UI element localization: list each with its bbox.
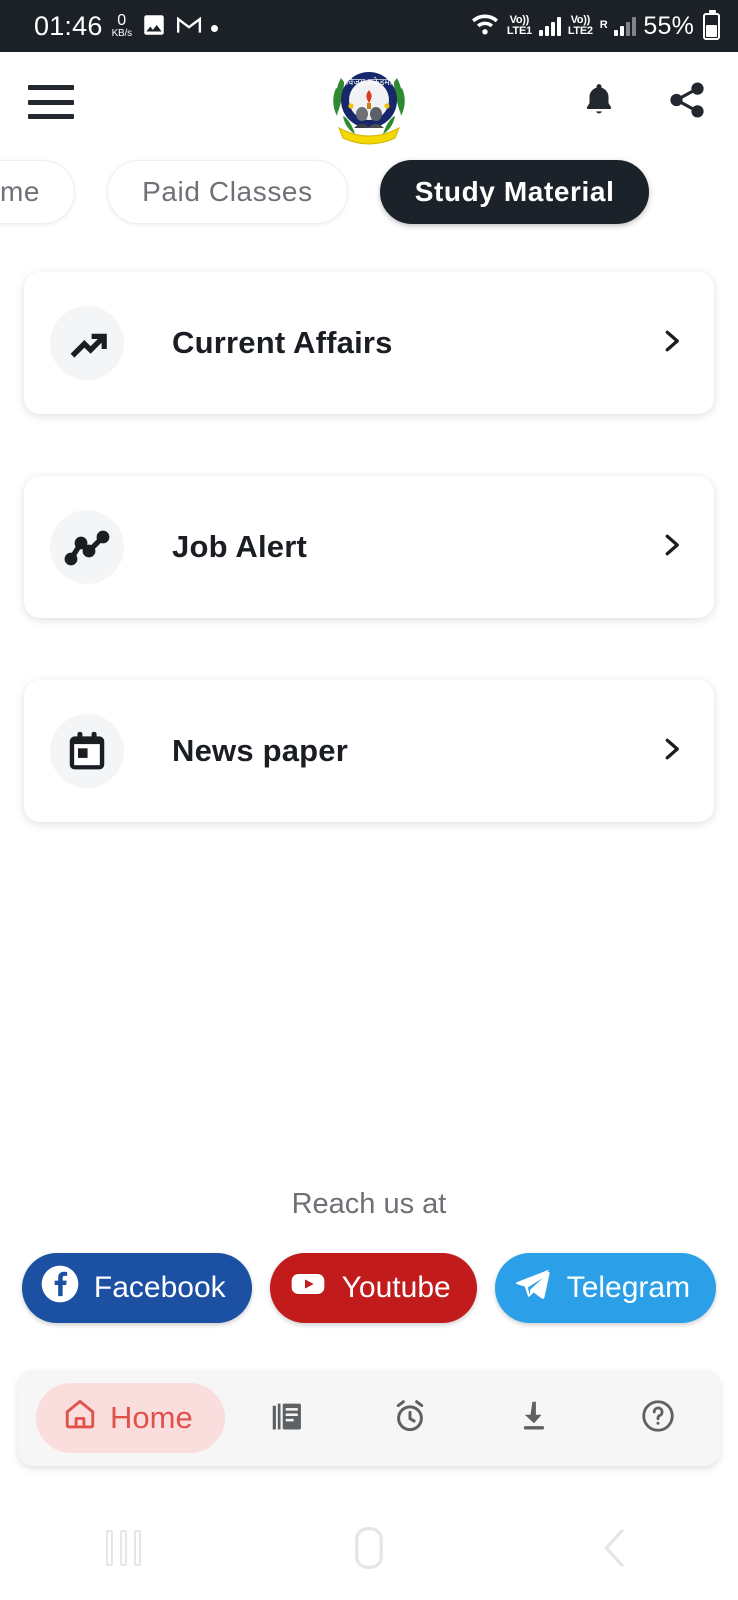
data-speed-indicator: 0 KB/s — [111, 11, 133, 41]
dot-indicator — [210, 24, 218, 32]
list-item-job-alert[interactable]: Job Alert — [24, 476, 714, 618]
gmail-icon — [176, 12, 202, 41]
facebook-label: Facebook — [93, 1271, 226, 1304]
social-links: Facebook Youtube Telegram — [0, 1253, 738, 1323]
list-item-label: Current Affairs — [172, 325, 393, 360]
header-actions — [580, 79, 708, 126]
data-speed-value: 0 — [117, 11, 127, 29]
alarm-clock-icon — [391, 1397, 429, 1440]
vijay-academy-logo-icon: विजय एकेडमी — [321, 58, 417, 146]
sim1-signal-bars — [538, 16, 561, 36]
bottom-nav-item-help[interactable] — [596, 1397, 720, 1440]
download-icon — [515, 1397, 553, 1440]
tab-bar[interactable]: Home Paid Classes Study Material — [0, 152, 738, 238]
back-icon[interactable] — [492, 1524, 738, 1572]
sim2-volte-indicator: Vo)) LTE2 — [567, 14, 593, 37]
line-chart-icon — [50, 510, 124, 584]
youtube-label: Youtube — [341, 1271, 451, 1304]
hamburger-menu-icon[interactable] — [28, 85, 74, 119]
wifi-icon — [470, 11, 500, 42]
trending-up-icon — [50, 306, 124, 380]
sim1-network-label: LTE1 — [506, 25, 532, 37]
app-root: 01:46 0 KB/s Vo)) LTE1 Vo)) LTE2 R 55% व… — [0, 0, 738, 1600]
status-time: 01:46 — [34, 10, 103, 41]
list-item-news-paper[interactable]: News paper — [24, 680, 714, 822]
tab-paid-classes[interactable]: Paid Classes — [107, 160, 348, 224]
bottom-nav-item-home[interactable]: Home — [36, 1383, 225, 1453]
home-icon — [62, 1396, 98, 1440]
sim2-network-label: LTE2 — [567, 25, 593, 37]
chevron-right-icon[interactable] — [656, 734, 686, 769]
youtube-icon — [288, 1264, 328, 1312]
bottom-nav-home-label: Home — [110, 1400, 193, 1435]
sim1-volte-indicator: Vo)) LTE1 — [506, 14, 532, 37]
bottom-nav-item-alarm[interactable] — [349, 1397, 473, 1440]
image-icon — [141, 12, 167, 41]
study-material-list: Current Affairs Job Alert News paper — [0, 238, 738, 822]
home-button-icon[interactable] — [246, 1523, 492, 1573]
roaming-label: R — [599, 19, 608, 32]
tab-study-material[interactable]: Study Material — [379, 160, 650, 224]
bell-icon[interactable] — [580, 80, 618, 125]
sim2-signal-bars — [614, 16, 637, 36]
bottom-nav-item-download[interactable] — [472, 1397, 596, 1440]
status-bar-right: Vo)) LTE1 Vo)) LTE2 R 55% — [470, 9, 720, 42]
status-bar: 01:46 0 KB/s Vo)) LTE1 Vo)) LTE2 R 55% — [0, 0, 738, 52]
help-circle-icon — [639, 1397, 677, 1440]
chevron-right-icon[interactable] — [656, 326, 686, 361]
calendar-icon — [50, 714, 124, 788]
reach-us-label: Reach us at — [291, 1188, 447, 1220]
app-header: विजय एकेडमी — [0, 52, 738, 152]
tab-home[interactable]: Home — [0, 160, 76, 224]
telegram-button[interactable]: Telegram — [494, 1253, 717, 1323]
status-bar-left: 01:46 0 KB/s — [34, 12, 218, 41]
battery-icon — [703, 9, 720, 40]
share-icon[interactable] — [666, 79, 708, 126]
youtube-button[interactable]: Youtube — [269, 1253, 477, 1323]
roaming-indicator: R — [600, 20, 608, 31]
library-books-icon — [268, 1397, 306, 1440]
facebook-icon — [40, 1264, 80, 1312]
list-item-current-affairs[interactable]: Current Affairs — [24, 272, 714, 414]
telegram-icon — [513, 1264, 553, 1312]
svg-text:विजय एकेडमी: विजय एकेडमी — [346, 76, 393, 87]
facebook-button[interactable]: Facebook — [21, 1253, 252, 1323]
battery-percent: 55% — [643, 11, 694, 40]
data-speed-unit: KB/s — [111, 27, 133, 39]
list-item-label: News paper — [172, 733, 349, 768]
recents-icon[interactable] — [0, 1529, 246, 1566]
bottom-navigation-bar: Home — [18, 1370, 720, 1466]
telegram-label: Telegram — [566, 1271, 691, 1304]
chevron-right-icon[interactable] — [656, 530, 686, 565]
bottom-nav-item-library[interactable] — [225, 1397, 349, 1440]
list-item-label: Job Alert — [172, 529, 308, 564]
android-navigation-bar — [0, 1495, 738, 1600]
